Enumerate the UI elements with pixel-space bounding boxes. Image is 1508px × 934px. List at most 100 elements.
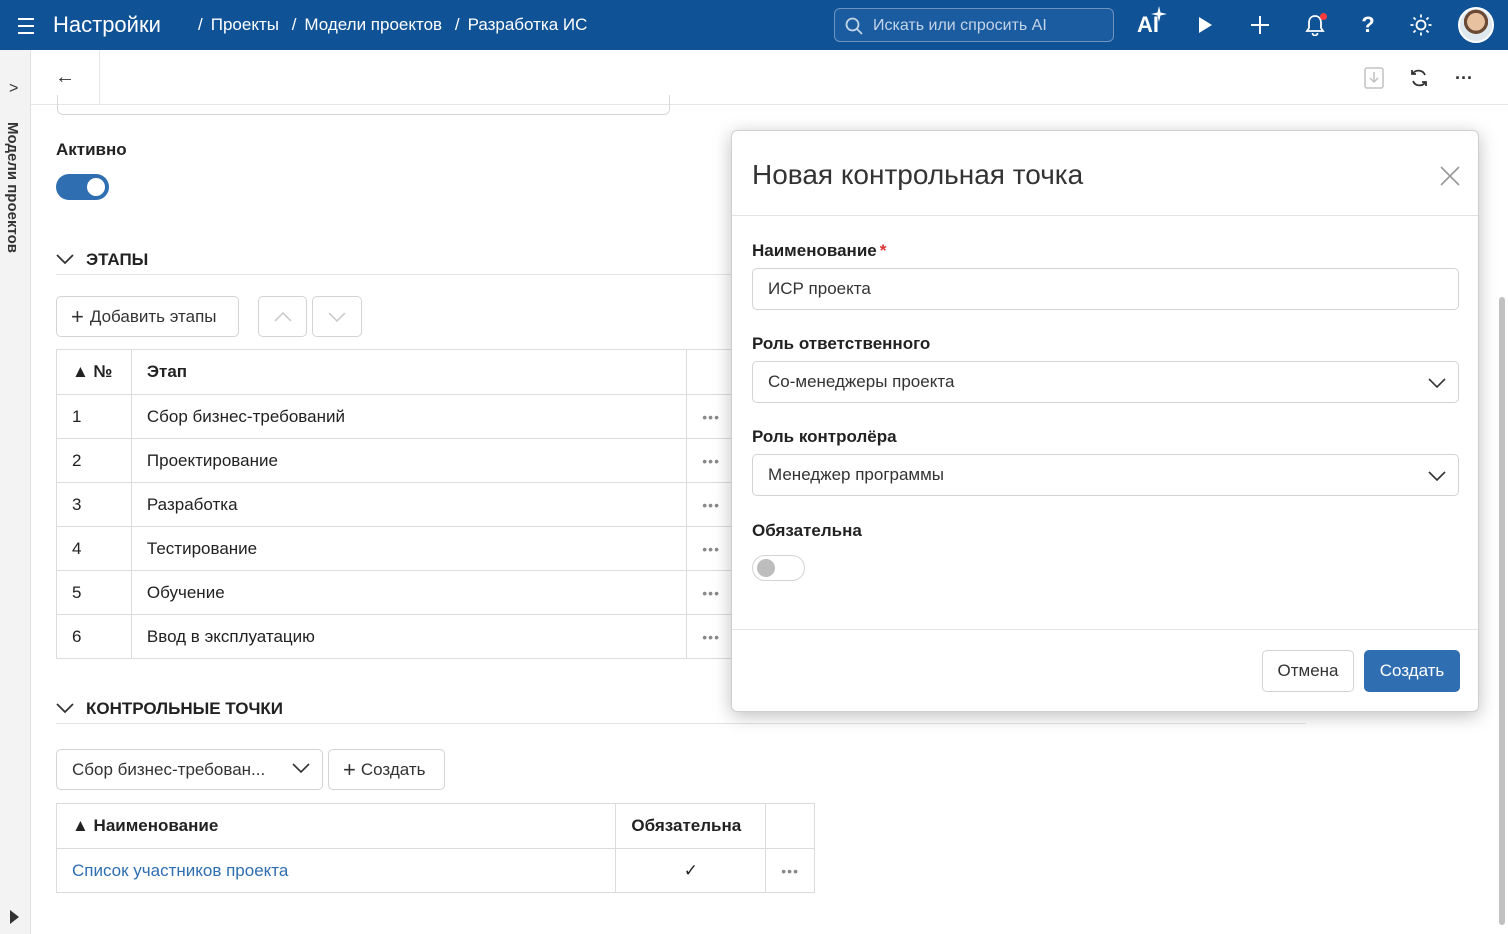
chevron-down-icon <box>1428 378 1446 389</box>
stage-name: Проектирование <box>130 438 688 483</box>
required-toggle-label: Обязательна <box>752 521 862 540</box>
add-stages-label: Добавить этапы <box>89 306 217 326</box>
move-down-button[interactable] <box>312 296 362 337</box>
top-bar: Настройки / Проекты / Модели проектов / Раз… <box>0 0 1508 50</box>
divider <box>732 215 1478 216</box>
active-toggle[interactable] <box>56 174 109 200</box>
active-label: Активно <box>56 140 127 159</box>
row-menu-icon[interactable]: ••• <box>686 526 736 571</box>
side-rail: > Модели проектов <box>0 50 31 934</box>
download-icon[interactable] <box>1361 65 1387 91</box>
cancel-button[interactable]: Отмена <box>1262 650 1354 692</box>
chevron-down-icon <box>328 311 346 322</box>
row-menu-icon[interactable]: ••• <box>686 482 736 527</box>
refresh-icon[interactable] <box>1406 65 1432 91</box>
breadcrumb-item-projects[interactable]: Проекты <box>211 15 279 34</box>
stage-name: Обучение <box>130 570 688 615</box>
ai-assistant-icon[interactable]: AI <box>1133 6 1167 40</box>
create-checkpoint-button[interactable]: + Создать <box>328 749 445 790</box>
search-input[interactable]: Искать или спросить AI <box>834 8 1114 42</box>
stage-number: 6 <box>56 614 132 659</box>
stages-title: ЭТАПЫ <box>86 250 149 269</box>
previous-field-bottom[interactable] <box>57 95 670 115</box>
close-icon[interactable] <box>1440 161 1460 193</box>
bell-icon[interactable] <box>1300 10 1330 40</box>
chevron-down-icon <box>56 250 74 270</box>
play-icon[interactable] <box>1190 10 1220 40</box>
move-up-button[interactable] <box>258 296 307 337</box>
column-header-actions <box>686 349 736 395</box>
plus-icon: + <box>71 303 84 329</box>
check-icon: ✓ <box>615 848 767 893</box>
controller-role-select[interactable]: Менеджер программы <box>752 454 1459 496</box>
table-row[interactable]: 3 Разработка ••• <box>56 482 736 527</box>
stage-name: Ввод в эксплуатацию <box>130 614 688 659</box>
table-row[interactable]: Список участников проекта ✓ ••• <box>55 848 815 893</box>
new-checkpoint-dialog: Новая контрольная точка Наименование * ИС… <box>731 130 1479 712</box>
name-field-value: ИСР проекта <box>768 279 871 298</box>
stage-number: 4 <box>56 526 132 571</box>
row-menu-icon[interactable]: ••• <box>765 848 815 893</box>
plus-icon: + <box>343 756 356 782</box>
stages-section-header[interactable]: ЭТАПЫ <box>56 250 148 270</box>
table-row[interactable]: 2 Проектирование ••• <box>56 438 736 483</box>
stage-number: 3 <box>56 482 132 527</box>
breadcrumb-item-current: Разработка ИС <box>467 15 588 34</box>
expand-triangle-icon[interactable] <box>10 910 19 924</box>
breadcrumb: / Проекты / Модели проектов / Разработка ИС <box>198 15 588 34</box>
add-stages-button[interactable]: + Добавить этапы <box>56 296 239 337</box>
scrollbar[interactable] <box>1499 297 1505 925</box>
column-header-required[interactable]: Обязательна <box>615 803 767 849</box>
stage-filter-select[interactable]: Сбор бизнес-требован... <box>56 749 323 790</box>
required-toggle[interactable] <box>752 555 805 581</box>
responsible-role-select[interactable]: Со-менеджеры проекта <box>752 361 1459 403</box>
stage-name: Тестирование <box>130 526 688 571</box>
plus-icon[interactable] <box>1245 10 1275 40</box>
controller-role-label: Роль контролёра <box>752 427 897 446</box>
controller-role-value: Менеджер программы <box>768 465 945 484</box>
divider <box>56 723 1306 724</box>
checkpoint-name-link[interactable]: Список участников проекта <box>72 861 288 880</box>
search-placeholder: Искать или спросить AI <box>873 17 1047 34</box>
column-header-name[interactable]: ▲ Наименование <box>55 803 617 849</box>
table-header-row: ▲ № Этап <box>56 349 736 395</box>
column-header-actions <box>765 803 815 849</box>
breadcrumb-item-project-models[interactable]: Модели проектов <box>304 15 442 34</box>
row-menu-icon[interactable]: ••• <box>686 394 736 439</box>
divider <box>56 274 736 275</box>
column-header-stage[interactable]: Этап <box>130 349 688 395</box>
chevron-down-icon <box>1428 471 1446 482</box>
chevron-right-icon[interactable]: > <box>9 80 18 98</box>
more-icon[interactable]: ··· <box>1451 65 1477 91</box>
responsible-role-label: Роль ответственного <box>752 334 931 353</box>
dialog-title: Новая контрольная точка <box>752 159 1084 190</box>
checkpoints-section-header[interactable]: КОНТРОЛЬНЫЕ ТОЧКИ <box>56 699 283 719</box>
table-row[interactable]: 1 Сбор бизнес-требований ••• <box>56 394 736 439</box>
divider <box>732 629 1478 630</box>
sun-theme-icon[interactable] <box>1406 10 1436 40</box>
column-header-number[interactable]: ▲ № <box>56 349 132 395</box>
hamburger-menu-icon[interactable] <box>18 13 40 37</box>
user-avatar[interactable] <box>1458 7 1494 43</box>
responsible-role-value: Со-менеджеры проекта <box>768 372 955 391</box>
table-row[interactable]: 4 Тестирование ••• <box>56 526 736 571</box>
checkpoints-table: ▲ Наименование Обязательна Список участн… <box>55 803 815 893</box>
chevron-down-icon <box>292 763 310 774</box>
row-menu-icon[interactable]: ••• <box>686 570 736 615</box>
help-icon[interactable]: ? <box>1353 10 1383 40</box>
search-icon <box>845 17 863 35</box>
stage-number: 2 <box>56 438 132 483</box>
create-checkpoint-label: Создать <box>360 759 426 779</box>
rail-label[interactable]: Модели проектов <box>4 122 21 253</box>
checkpoints-title: КОНТРОЛЬНЫЕ ТОЧКИ <box>86 699 284 718</box>
row-menu-icon[interactable]: ••• <box>686 614 736 659</box>
stage-number: 5 <box>56 570 132 615</box>
table-row[interactable]: 5 Обучение ••• <box>56 570 736 615</box>
create-button[interactable]: Создать <box>1364 650 1460 692</box>
notification-dot <box>1320 13 1327 20</box>
name-field-label: Наименование * <box>752 241 886 261</box>
app-title: Настройки <box>53 12 161 37</box>
table-row[interactable]: 6 Ввод в эксплуатацию ••• <box>56 614 736 659</box>
name-field[interactable]: ИСР проекта <box>752 268 1459 310</box>
row-menu-icon[interactable]: ••• <box>686 438 736 483</box>
